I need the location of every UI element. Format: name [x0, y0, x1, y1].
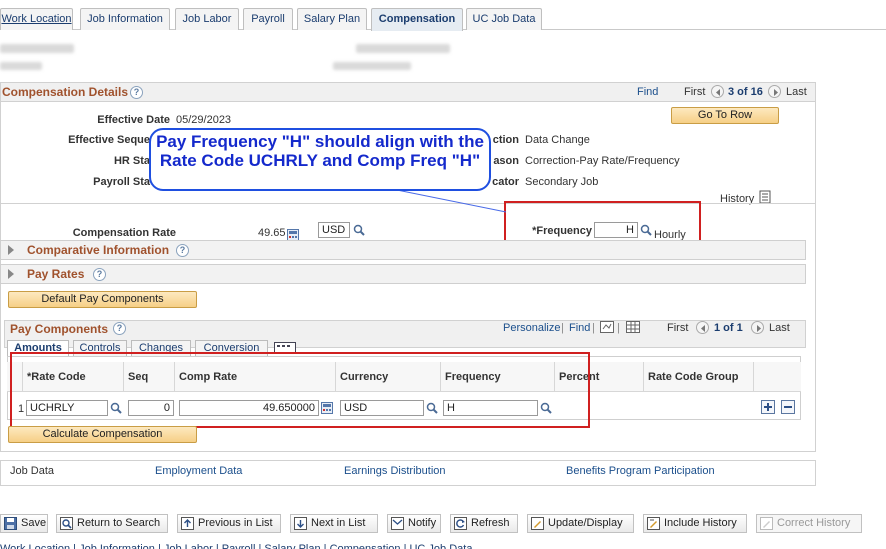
refresh-button[interactable]: Refresh [450, 514, 518, 533]
save-icon [4, 517, 17, 530]
help-icon[interactable]: ? [93, 268, 106, 281]
grid-header-rate-code-group: Rate Code Group [644, 362, 754, 392]
separator: | [561, 322, 564, 334]
comparative-information-title: Comparative Information [27, 243, 170, 257]
pay-components-title: Pay Components [10, 322, 109, 336]
previous-in-list-label: Previous in List [198, 517, 273, 529]
add-row-icon[interactable] [761, 400, 775, 414]
employment-data-link[interactable]: Employment Data [155, 465, 242, 477]
previous-in-list-icon [181, 517, 194, 530]
pay-rates-title: Pay Rates [27, 267, 85, 281]
next-row-icon[interactable] [751, 321, 764, 334]
update-display-button[interactable]: Update/Display [527, 514, 634, 533]
notify-label: Notify [408, 517, 437, 529]
previous-row-icon[interactable] [696, 321, 709, 334]
help-icon[interactable]: ? [176, 244, 189, 257]
save-label: Save [21, 517, 47, 529]
return-to-search-icon [60, 517, 73, 530]
update-display-icon [531, 517, 544, 530]
earnings-distribution-link[interactable]: Earnings Distribution [344, 465, 446, 477]
expand-icon[interactable] [8, 269, 14, 279]
grid-header-actions [754, 362, 801, 392]
pay-components-highlight-box [10, 352, 590, 428]
default-pay-components-button[interactable]: Default Pay Components [8, 291, 197, 308]
previous-in-list-button[interactable]: Previous in List [177, 514, 281, 533]
refresh-label: Refresh [471, 517, 510, 529]
job-data-label: Job Data [10, 465, 55, 477]
correct-history-button[interactable]: Correct History [756, 514, 862, 533]
annotation-callout: Pay Frequency "H" should align with the … [149, 128, 491, 191]
update-display-label: Update/Display [548, 517, 623, 529]
bottom-page-links[interactable]: Work Location | Job Information | Job La… [0, 541, 886, 549]
correct-history-label: Correct History [777, 517, 851, 529]
next-in-list-button[interactable]: Next in List [290, 514, 378, 533]
personalize-link[interactable]: Personalize [503, 322, 560, 334]
separator: | [617, 322, 620, 334]
include-history-label: Include History [664, 517, 737, 529]
pay-rates-section[interactable]: Pay Rates ? [0, 264, 806, 284]
correct-history-icon [760, 517, 773, 530]
next-in-list-icon [294, 517, 307, 530]
notify-icon [391, 517, 404, 530]
include-history-button[interactable]: Include History [643, 514, 747, 533]
comparative-information-section[interactable]: Comparative Information ? [0, 240, 806, 260]
first-label: First [667, 322, 689, 334]
return-to-search-label: Return to Search [77, 517, 161, 529]
separator: | [592, 322, 595, 334]
refresh-icon [454, 517, 467, 530]
notify-button[interactable]: Notify [387, 514, 441, 533]
expand-icon[interactable] [8, 245, 14, 255]
row-count: 1 of 1 [714, 322, 743, 334]
return-to-search-button[interactable]: Return to Search [56, 514, 168, 533]
find-link[interactable]: Find [569, 322, 590, 334]
last-label: Last [769, 322, 790, 334]
help-icon[interactable]: ? [113, 322, 126, 335]
next-in-list-label: Next in List [311, 517, 366, 529]
calculate-compensation-button[interactable]: Calculate Compensation [8, 426, 197, 443]
include-history-icon [647, 517, 660, 530]
view-all-icon[interactable] [600, 321, 614, 333]
save-button[interactable]: Save [0, 514, 48, 533]
benefits-program-participation-link[interactable]: Benefits Program Participation [566, 465, 715, 477]
download-grid-icon[interactable] [626, 321, 640, 333]
delete-row-icon[interactable] [781, 400, 795, 414]
